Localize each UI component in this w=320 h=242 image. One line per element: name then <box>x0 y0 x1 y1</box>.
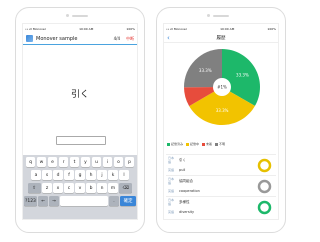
pie-center-label: #1% <box>217 85 227 90</box>
key-9[interactable]: p <box>124 157 135 167</box>
clock: 10:00 AM <box>220 26 235 31</box>
key-3[interactable]: c <box>64 183 74 193</box>
keyboard: qwertyuiop asdfghjkl ⇧ z x c v b n m ⌫ ?123 ← →. 確定 <box>23 155 137 219</box>
question-word: 引く <box>70 90 89 100</box>
legend-item: 未着 <box>202 142 212 146</box>
pie-slice-label: 33.3% <box>236 73 249 78</box>
key-4[interactable]: g <box>75 170 85 180</box>
battery: 100% <box>267 26 276 31</box>
nav-bar: ‹ 履歴 <box>164 33 278 43</box>
list-item[interactable]: 日本語 引く英語 pull <box>166 154 276 175</box>
field-value: diversity <box>179 210 195 214</box>
pie-slice-label: 33.3% <box>199 68 212 73</box>
word-list: 日本語 引く 英語 pull 日本語 協同組合 英語 cooperation 日本語 多様性 英語 d… <box>166 154 276 217</box>
legend-swatch <box>202 142 206 146</box>
key-6[interactable]: j <box>97 170 107 180</box>
history-pie-chart: 33.3% 33.3% 33.3% #1% <box>184 49 260 125</box>
carrier: •••ll Monover <box>25 26 46 31</box>
key-0[interactable]: ⇧ <box>27 183 41 193</box>
key-2[interactable]: e <box>47 157 58 167</box>
key-0[interactable]: ?123 <box>24 196 37 206</box>
carrier: •••ll Monover <box>166 26 187 31</box>
key-5[interactable]: y <box>80 157 91 167</box>
key-5[interactable]: b <box>86 183 96 193</box>
field-label: 日本語 <box>168 156 175 164</box>
legend-item: 不明 <box>215 142 225 146</box>
legend-label: 不明 <box>219 142 226 146</box>
field-label: 英語 <box>168 168 175 172</box>
chart-legend: 記憶済み 記憶中 未着 不明 <box>167 142 225 146</box>
key-8[interactable]: ⌫ <box>119 183 133 193</box>
key-5[interactable]: h <box>86 170 96 180</box>
progress-ring-icon <box>257 200 272 215</box>
key-8[interactable]: l <box>119 170 129 180</box>
history-screen: •••ll Monover 10:00 AM 100% ‹ 履歴 33.3% 33… <box>163 23 279 220</box>
status-bar: •••ll Monover 10:00 AM 100% <box>164 24 278 33</box>
key-5[interactable]: 確定 <box>120 196 136 206</box>
key-2[interactable]: → <box>49 196 59 206</box>
legend-label: 記憶済み <box>171 142 184 146</box>
app-logo-icon <box>26 35 33 42</box>
clock: 10:00 AM <box>79 26 94 31</box>
progress-counter: 4/4 <box>113 36 120 41</box>
field-value: pull <box>179 168 186 172</box>
app-bar: Monover sample 4/4 中断 <box>23 33 137 45</box>
field-value: 引く <box>179 157 186 162</box>
key-2[interactable]: d <box>53 170 63 180</box>
list-item[interactable]: 日本語 多様性英語 diversity <box>166 196 276 217</box>
key-3[interactable]: f <box>64 170 74 180</box>
key-space[interactable] <box>60 196 108 206</box>
phone-history: •••ll Monover 10:00 AM 100% ‹ 履歴 33.3% 33… <box>156 7 286 233</box>
field-label: 英語 <box>168 210 175 214</box>
battery: 100% <box>126 26 135 31</box>
list-item[interactable]: 日本語 協同組合英語 cooperation <box>166 175 276 196</box>
field-label: 日本語 <box>168 177 175 185</box>
key-7[interactable]: i <box>102 157 113 167</box>
key-4[interactable]: t <box>69 157 80 167</box>
status-bar: •••ll Monover 10:00 AM 100% <box>23 24 137 33</box>
legend-label: 未着 <box>206 142 213 146</box>
camera <box>66 14 69 17</box>
stop-button[interactable]: 中断 <box>126 36 134 42</box>
key-0[interactable]: a <box>31 170 41 180</box>
key-1[interactable]: z <box>42 183 52 193</box>
legend-label: 記憶中 <box>190 142 200 146</box>
speaker <box>72 15 88 17</box>
pie-slice-label: 33.3% <box>216 108 229 113</box>
key-6[interactable]: n <box>97 183 107 193</box>
speaker <box>213 15 229 17</box>
legend-swatch <box>215 142 219 146</box>
key-7[interactable]: k <box>108 170 118 180</box>
field-value: cooperation <box>179 189 200 193</box>
field-value: 協同組合 <box>179 178 193 183</box>
progress-ring-icon <box>257 179 272 194</box>
answer-input[interactable] <box>56 136 106 145</box>
app-title: Monover sample <box>36 35 78 42</box>
quiz-screen: •••ll Monover 10:00 AM 100% Monover samp… <box>22 23 138 220</box>
key-3[interactable]: r <box>58 157 69 167</box>
key-2[interactable]: x <box>53 183 63 193</box>
legend-swatch <box>167 142 170 146</box>
key-1[interactable]: ← <box>38 196 48 206</box>
legend-swatch <box>186 142 190 146</box>
camera <box>207 14 210 17</box>
phone-quiz: •••ll Monover 10:00 AM 100% Monover samp… <box>15 7 145 233</box>
progress-ring-icon <box>257 158 272 173</box>
key-1[interactable]: s <box>42 170 52 180</box>
chevron-left-icon[interactable]: ‹ <box>167 33 170 43</box>
key-4[interactable]: v <box>75 183 85 193</box>
page-title: 履歴 <box>216 35 226 41</box>
key-6[interactable]: u <box>91 157 102 167</box>
field-label: 日本語 <box>168 198 175 206</box>
key-4[interactable]: . <box>109 196 119 206</box>
key-1[interactable]: w <box>36 157 47 167</box>
key-8[interactable]: o <box>113 157 124 167</box>
key-0[interactable]: q <box>25 157 36 167</box>
field-label: 英語 <box>168 189 175 193</box>
field-value: 多様性 <box>179 199 190 204</box>
legend-item: 記憶済み <box>167 142 183 146</box>
key-7[interactable]: m <box>108 183 118 193</box>
legend-item: 記憶中 <box>186 142 199 146</box>
